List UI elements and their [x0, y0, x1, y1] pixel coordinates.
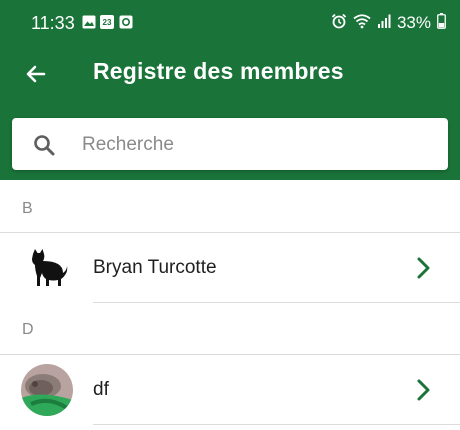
app-header: 11:33 23 33% Registre des membres Recher… — [0, 0, 460, 180]
search-bar[interactable] — [12, 118, 448, 170]
image-icon — [82, 15, 96, 29]
status-bar: 11:33 23 33% — [0, 0, 460, 46]
members-list: B Bryan Turcotte D df — [0, 180, 460, 430]
member-row[interactable]: df — [0, 355, 460, 425]
toolbar: Registre des membres — [0, 46, 460, 100]
avatar-photo — [21, 364, 73, 416]
member-row[interactable]: Bryan Turcotte — [0, 233, 460, 303]
app-notification-icon — [119, 15, 133, 29]
calendar-icon: 23 — [100, 15, 114, 29]
search-icon — [32, 133, 56, 157]
alarm-icon — [331, 13, 347, 34]
cat-icon — [32, 249, 68, 286]
avatar — [21, 242, 73, 294]
page-title: Registre des membres — [93, 58, 344, 84]
status-time: 11:33 — [31, 13, 75, 33]
signal-icon — [377, 14, 391, 33]
divider — [93, 424, 460, 425]
search-input[interactable] — [80, 128, 434, 162]
chevron-right-icon — [412, 377, 434, 403]
arrow-left-icon — [26, 65, 46, 83]
section-header-b: B — [22, 200, 33, 217]
chevron-right-icon — [412, 255, 434, 281]
battery-percentage: 33% — [396, 13, 431, 32]
back-button[interactable] — [16, 54, 56, 94]
battery-icon — [437, 12, 446, 34]
divider — [93, 302, 460, 303]
status-right-icons: 33% — [331, 12, 446, 34]
section-header-d: D — [22, 321, 34, 338]
member-name: Bryan Turcotte — [93, 257, 217, 278]
member-name: df — [93, 379, 109, 400]
wifi-icon — [353, 13, 371, 34]
avatar — [21, 364, 73, 416]
